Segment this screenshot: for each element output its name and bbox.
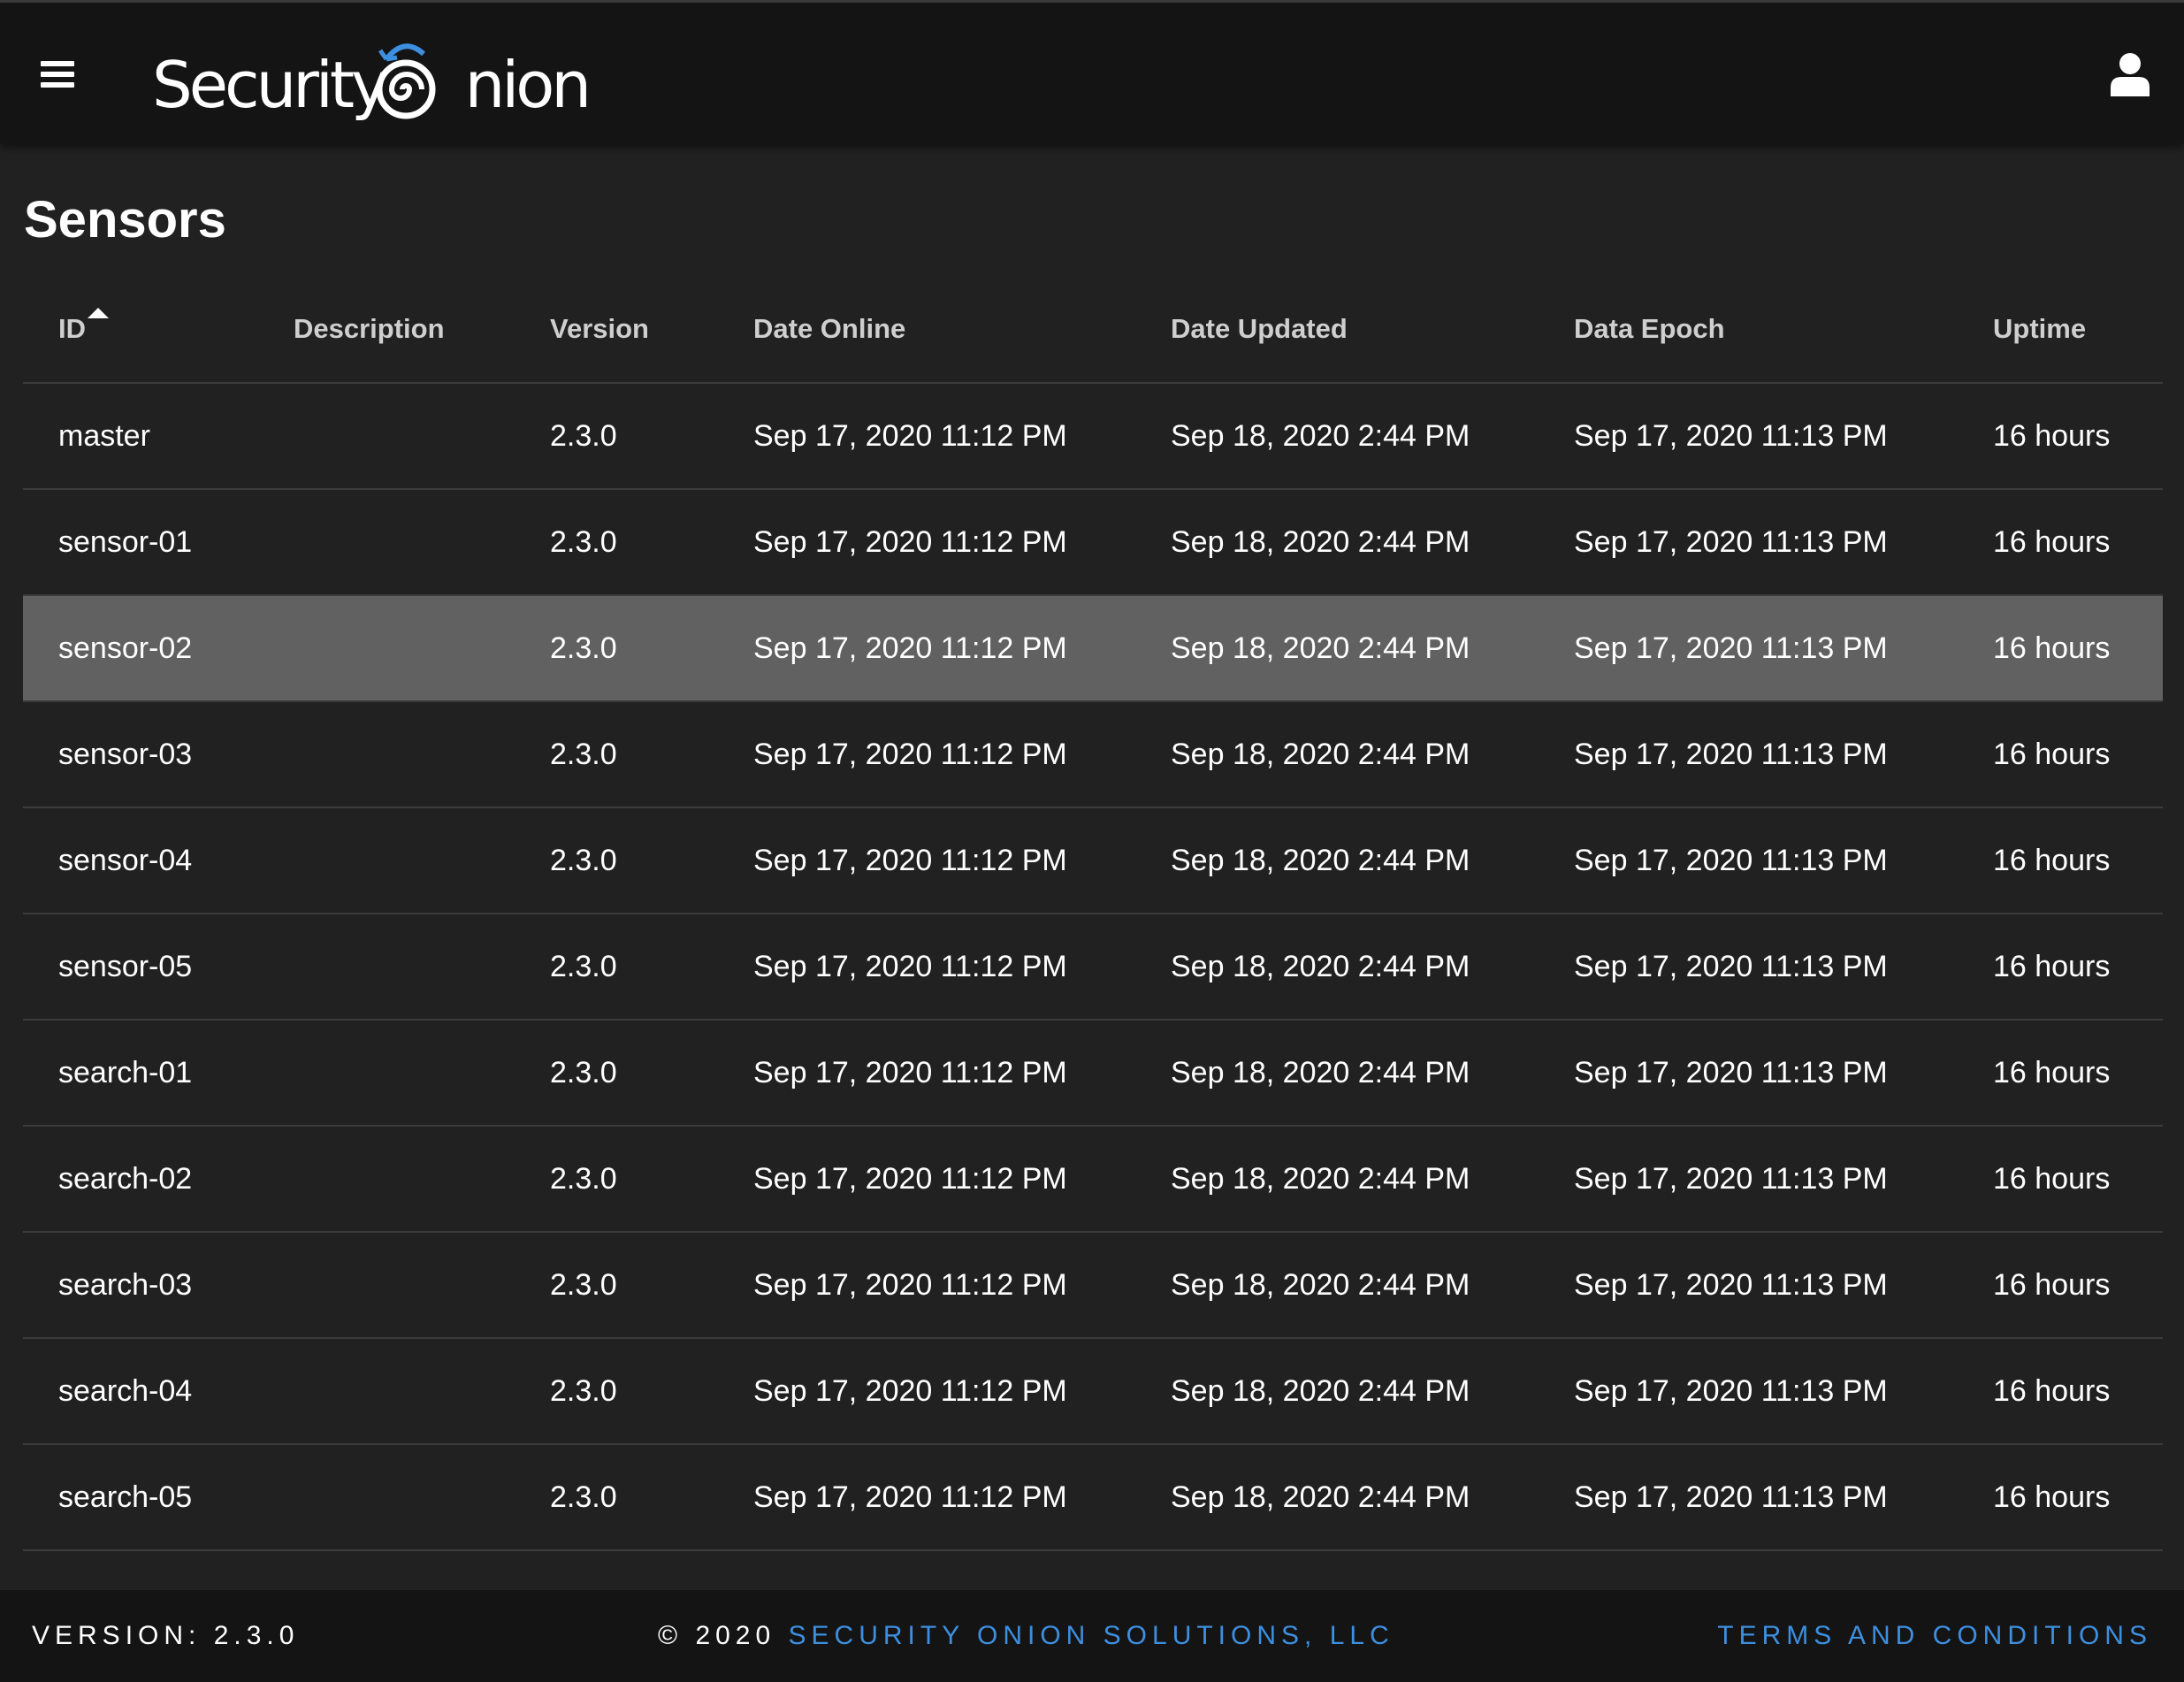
sort-ascending-icon xyxy=(88,308,109,318)
cell-version: 2.3.0 xyxy=(550,1480,617,1514)
column-header-uptime[interactable]: Uptime xyxy=(1993,276,2086,382)
cell-data-epoch: Sep 17, 2020 11:13 PM xyxy=(1574,1056,1888,1089)
table-row[interactable]: sensor-04 2.3.0 Sep 17, 2020 11:12 PM Se… xyxy=(23,808,2163,914)
cell-uptime: 16 hours xyxy=(1993,738,2111,771)
table-row[interactable]: sensor-03 2.3.0 Sep 17, 2020 11:12 PM Se… xyxy=(23,702,2163,808)
cell-uptime: 16 hours xyxy=(1993,1374,2111,1408)
cell-uptime: 16 hours xyxy=(1993,419,2111,453)
cell-id: search-01 xyxy=(58,1056,193,1089)
table-row[interactable]: search-04 2.3.0 Sep 17, 2020 11:12 PM Se… xyxy=(23,1339,2163,1445)
cell-id: sensor-01 xyxy=(58,525,193,559)
footer: VERSION: 2.3.0 © 2020 SECURITY ONION SOL… xyxy=(0,1590,2184,1682)
cell-id: master xyxy=(58,419,150,453)
cell-date-updated: Sep 18, 2020 2:44 PM xyxy=(1171,419,1470,453)
cell-date-updated: Sep 18, 2020 2:44 PM xyxy=(1171,1374,1470,1408)
column-header-date-online[interactable]: Date Online xyxy=(753,276,905,382)
cell-data-epoch: Sep 17, 2020 11:13 PM xyxy=(1574,1162,1888,1196)
cell-date-online: Sep 17, 2020 11:12 PM xyxy=(753,631,1067,665)
cell-id: search-05 xyxy=(58,1480,193,1514)
cell-id: sensor-03 xyxy=(58,738,193,771)
column-header-id[interactable]: ID xyxy=(58,276,109,382)
cell-date-updated: Sep 18, 2020 2:44 PM xyxy=(1171,631,1470,665)
cell-date-online: Sep 17, 2020 11:12 PM xyxy=(753,1374,1067,1408)
cell-uptime: 16 hours xyxy=(1993,1480,2111,1514)
cell-date-online: Sep 17, 2020 11:12 PM xyxy=(753,950,1067,983)
cell-date-updated: Sep 18, 2020 2:44 PM xyxy=(1171,525,1470,559)
cell-data-epoch: Sep 17, 2020 11:13 PM xyxy=(1574,525,1888,559)
table-row[interactable]: search-05 2.3.0 Sep 17, 2020 11:12 PM Se… xyxy=(23,1445,2163,1551)
version-label: VERSION: 2.3.0 xyxy=(32,1621,300,1650)
column-header-version[interactable]: Version xyxy=(550,276,649,382)
cell-id: sensor-04 xyxy=(58,844,193,877)
cell-data-epoch: Sep 17, 2020 11:13 PM xyxy=(1574,1268,1888,1302)
cell-data-epoch: Sep 17, 2020 11:13 PM xyxy=(1574,419,1888,453)
table-row-selected[interactable]: sensor-02 2.3.0 Sep 17, 2020 11:12 PM Se… xyxy=(23,596,2163,702)
cell-id: search-02 xyxy=(58,1162,193,1196)
cell-date-updated: Sep 18, 2020 2:44 PM xyxy=(1171,1056,1470,1089)
cell-date-updated: Sep 18, 2020 2:44 PM xyxy=(1171,950,1470,983)
sensors-table: ID Description Version Date Online Date … xyxy=(23,276,2163,1551)
cell-date-updated: Sep 18, 2020 2:44 PM xyxy=(1171,738,1470,771)
main-content: Sensors ID Description Version Date Onli… xyxy=(0,143,2184,1590)
cell-data-epoch: Sep 17, 2020 11:13 PM xyxy=(1574,844,1888,877)
cell-date-updated: Sep 18, 2020 2:44 PM xyxy=(1171,844,1470,877)
table-row[interactable]: search-01 2.3.0 Sep 17, 2020 11:12 PM Se… xyxy=(23,1021,2163,1127)
cell-id: sensor-05 xyxy=(58,950,193,983)
table-row[interactable]: search-02 2.3.0 Sep 17, 2020 11:12 PM Se… xyxy=(23,1127,2163,1233)
cell-date-online: Sep 17, 2020 11:12 PM xyxy=(753,844,1067,877)
cell-date-online: Sep 17, 2020 11:12 PM xyxy=(753,1480,1067,1514)
user-icon[interactable] xyxy=(2110,52,2150,96)
column-header-description[interactable]: Description xyxy=(294,276,445,382)
cell-date-online: Sep 17, 2020 11:12 PM xyxy=(753,525,1067,559)
table-row[interactable]: sensor-01 2.3.0 Sep 17, 2020 11:12 PM Se… xyxy=(23,490,2163,596)
cell-uptime: 16 hours xyxy=(1993,1162,2111,1196)
cell-version: 2.3.0 xyxy=(550,419,617,453)
cell-uptime: 16 hours xyxy=(1993,525,2111,559)
cell-version: 2.3.0 xyxy=(550,738,617,771)
cell-id: sensor-02 xyxy=(58,631,193,665)
cell-date-updated: Sep 18, 2020 2:44 PM xyxy=(1171,1480,1470,1514)
cell-date-online: Sep 17, 2020 11:12 PM xyxy=(753,1056,1067,1089)
cell-version: 2.3.0 xyxy=(550,844,617,877)
cell-date-updated: Sep 18, 2020 2:44 PM xyxy=(1171,1268,1470,1302)
cell-id: search-04 xyxy=(58,1374,193,1408)
cell-data-epoch: Sep 17, 2020 11:13 PM xyxy=(1574,1374,1888,1408)
cell-date-online: Sep 17, 2020 11:12 PM xyxy=(753,419,1067,453)
table-row[interactable]: search-03 2.3.0 Sep 17, 2020 11:12 PM Se… xyxy=(23,1233,2163,1339)
cell-date-online: Sep 17, 2020 11:12 PM xyxy=(753,1268,1067,1302)
security-onion-logo[interactable]: Security nion xyxy=(152,27,592,125)
onion-swirl-icon xyxy=(376,43,436,119)
cell-uptime: 16 hours xyxy=(1993,844,2111,877)
cell-version: 2.3.0 xyxy=(550,525,617,559)
cell-uptime: 16 hours xyxy=(1993,1268,2111,1302)
cell-date-online: Sep 17, 2020 11:12 PM xyxy=(753,738,1067,771)
cell-uptime: 16 hours xyxy=(1993,950,2111,983)
cell-id: search-03 xyxy=(58,1268,193,1302)
copyright: © 2020 SECURITY ONION SOLUTIONS, LLC xyxy=(658,1621,1394,1650)
table-row[interactable]: sensor-05 2.3.0 Sep 17, 2020 11:12 PM Se… xyxy=(23,914,2163,1021)
cell-date-updated: Sep 18, 2020 2:44 PM xyxy=(1171,1162,1470,1196)
page-title: Sensors xyxy=(24,191,226,248)
cell-uptime: 16 hours xyxy=(1993,1056,2111,1089)
cell-version: 2.3.0 xyxy=(550,950,617,983)
column-header-data-epoch[interactable]: Data Epoch xyxy=(1574,276,1725,382)
cell-version: 2.3.0 xyxy=(550,1056,617,1089)
cell-version: 2.3.0 xyxy=(550,1268,617,1302)
terms-link[interactable]: TERMS AND CONDITIONS xyxy=(1717,1590,2152,1682)
company-link[interactable]: SECURITY ONION SOLUTIONS, LLC xyxy=(789,1621,1394,1650)
table-header: ID Description Version Date Online Date … xyxy=(23,276,2163,384)
cell-version: 2.3.0 xyxy=(550,1162,617,1196)
cell-version: 2.3.0 xyxy=(550,631,617,665)
app-bar: Security nion xyxy=(0,0,2184,143)
cell-data-epoch: Sep 17, 2020 11:13 PM xyxy=(1574,1480,1888,1514)
cell-data-epoch: Sep 17, 2020 11:13 PM xyxy=(1574,738,1888,771)
cell-data-epoch: Sep 17, 2020 11:13 PM xyxy=(1574,631,1888,665)
column-header-date-updated[interactable]: Date Updated xyxy=(1171,276,1348,382)
cell-uptime: 16 hours xyxy=(1993,631,2111,665)
cell-date-online: Sep 17, 2020 11:12 PM xyxy=(753,1162,1067,1196)
table-row[interactable]: master 2.3.0 Sep 17, 2020 11:12 PM Sep 1… xyxy=(23,384,2163,490)
cell-data-epoch: Sep 17, 2020 11:13 PM xyxy=(1574,950,1888,983)
hamburger-menu-icon[interactable] xyxy=(35,56,80,91)
cell-version: 2.3.0 xyxy=(550,1374,617,1408)
